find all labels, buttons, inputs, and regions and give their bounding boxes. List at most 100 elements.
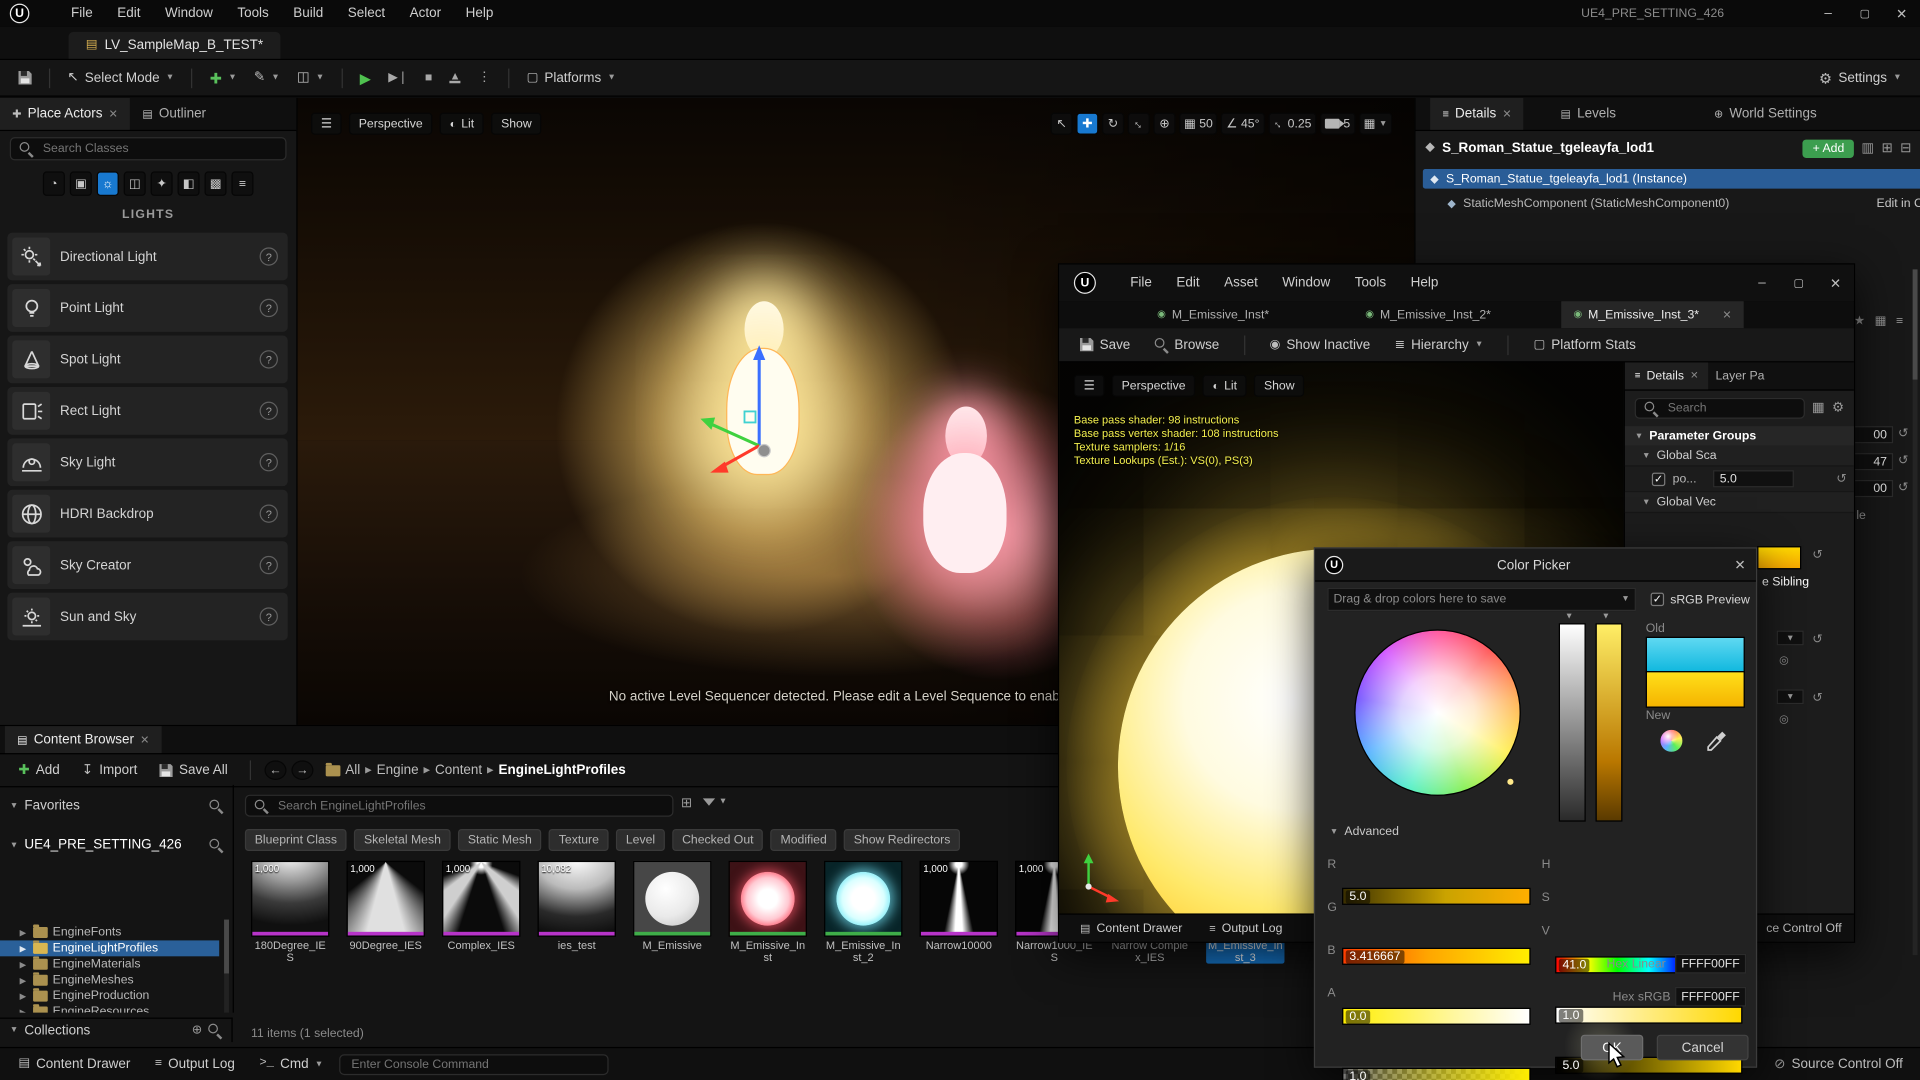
grid-snap-toggle[interactable]: ▦ 50 bbox=[1179, 113, 1218, 135]
cinematics-button[interactable]: ◫▼ bbox=[288, 63, 333, 92]
mat-save-button[interactable]: Save bbox=[1071, 330, 1138, 359]
play-options-button[interactable]: ⋮ bbox=[469, 63, 500, 92]
value-bar[interactable] bbox=[1596, 623, 1623, 821]
mat-tab-layer-params[interactable]: Layer Pa bbox=[1708, 362, 1772, 389]
light-item-hdri[interactable]: HDRI Backdrop ? bbox=[7, 490, 287, 538]
details-scrollbar[interactable] bbox=[1913, 269, 1918, 955]
actor-instance-row[interactable]: ◆ S_Roman_Statue_tgeleayfa_lod1 (Instanc… bbox=[1423, 169, 1920, 189]
cb-search-input[interactable] bbox=[276, 798, 664, 814]
light-item-sky-creator[interactable]: Sky Creator ? bbox=[7, 541, 287, 589]
add-component-button[interactable]: + Add bbox=[1803, 139, 1854, 157]
mat-menu-help[interactable]: Help bbox=[1398, 269, 1450, 296]
filter-chip[interactable]: Texture bbox=[549, 829, 609, 851]
help-icon[interactable]: ? bbox=[260, 350, 278, 368]
filter-chip[interactable]: Level bbox=[616, 829, 665, 851]
platforms-dropdown[interactable]: ▢ Platforms▼ bbox=[518, 63, 624, 92]
mat-maximize-button[interactable]: ▢ bbox=[1780, 269, 1817, 296]
help-icon[interactable]: ? bbox=[260, 556, 278, 574]
edit-in-cpp-link[interactable]: Edit in C++ bbox=[1877, 197, 1920, 210]
maximize-button[interactable]: ▢ bbox=[1847, 0, 1884, 27]
cb-save-all-button[interactable]: Save All bbox=[151, 758, 236, 782]
mat-hierarchy-dropdown[interactable]: ≣Hierarchy▼ bbox=[1386, 330, 1492, 359]
b-slider[interactable]: 0.0 bbox=[1342, 1008, 1531, 1025]
eject-button[interactable]: ▲ bbox=[441, 63, 469, 92]
console-input-wrap[interactable] bbox=[339, 1054, 608, 1075]
geometry-icon[interactable]: ◧ bbox=[178, 171, 200, 195]
reset-icon[interactable]: ↺ bbox=[1836, 472, 1846, 485]
light-item-directional[interactable]: Directional Light ? bbox=[7, 233, 287, 281]
reset-icon[interactable]: ↺ bbox=[1898, 481, 1908, 494]
cinematic-category-icon[interactable]: ◫ bbox=[124, 171, 146, 195]
close-button[interactable]: ✕ bbox=[1883, 0, 1920, 27]
forward-button[interactable]: → bbox=[291, 760, 313, 780]
light-item-sky[interactable]: Sky Light ? bbox=[7, 438, 287, 486]
camera-speed-button[interactable]: 5 bbox=[1320, 113, 1355, 135]
frame-skip-button[interactable]: ▶❘ bbox=[380, 63, 417, 92]
collections-header[interactable]: ▼ Collections ⊕ bbox=[0, 1018, 233, 1042]
play-button[interactable]: ▶ bbox=[351, 63, 379, 92]
content-drawer-button[interactable]: ▤Content Drawer bbox=[10, 1052, 139, 1076]
search-classes-input[interactable] bbox=[40, 141, 276, 157]
menu-file[interactable]: File bbox=[59, 0, 105, 27]
folder-row[interactable]: ▶EngineMaterials bbox=[0, 956, 219, 972]
mat-menu-file[interactable]: File bbox=[1118, 269, 1164, 296]
new-color-swatch[interactable] bbox=[1646, 671, 1745, 708]
add-collection-icon[interactable]: ⊕ bbox=[192, 1024, 202, 1036]
close-tab-icon[interactable]: ✕ bbox=[109, 108, 118, 119]
light-item-rect[interactable]: Rect Light ? bbox=[7, 387, 287, 435]
asset-circle-icon[interactable]: ◎ bbox=[1779, 714, 1789, 725]
mat-browse-button[interactable]: Browse bbox=[1146, 330, 1228, 359]
all-classes-icon[interactable]: ≡ bbox=[231, 171, 253, 195]
grid-view-icon[interactable]: ▦ bbox=[1812, 402, 1825, 415]
project-root-header[interactable]: ▼ UE4_PRE_SETTING_426 bbox=[0, 834, 233, 856]
picker-close-button[interactable]: ✕ bbox=[1724, 551, 1756, 578]
recently-placed-icon[interactable]: ◔ bbox=[43, 171, 65, 195]
close-tab-icon[interactable]: ✕ bbox=[140, 734, 149, 745]
help-icon[interactable]: ? bbox=[260, 247, 278, 265]
level-tab[interactable]: ▤ LV_SampleMap_B_TEST* bbox=[69, 32, 281, 59]
mat-menu-asset[interactable]: Asset bbox=[1212, 269, 1270, 296]
folder-row[interactable]: ▶EngineMeshes bbox=[0, 972, 219, 988]
wheel-selector-dot[interactable] bbox=[1506, 778, 1515, 787]
light-item-point[interactable]: Point Light ? bbox=[7, 284, 287, 332]
menu-window[interactable]: Window bbox=[153, 0, 225, 27]
mat-tab-3-active[interactable]: ◉ M_Emissive_Inst_3* ✕ bbox=[1561, 301, 1744, 328]
mat-menu-window[interactable]: Window bbox=[1270, 269, 1342, 296]
mat-content-drawer-button[interactable]: ▤Content Drawer bbox=[1071, 917, 1190, 939]
menu-select[interactable]: Select bbox=[335, 0, 397, 27]
bar-marker[interactable]: ▼ bbox=[1565, 612, 1573, 621]
scale-snap-toggle[interactable]: ↔ 0.25 bbox=[1268, 113, 1316, 135]
asset-tile[interactable]: 1,000 Narrow10000 bbox=[920, 861, 998, 952]
folder-row[interactable]: ▶EngineResources bbox=[0, 1004, 219, 1013]
mat-menu-tools[interactable]: Tools bbox=[1342, 269, 1398, 296]
asset-circle-icon[interactable]: ◎ bbox=[1779, 655, 1789, 666]
back-button[interactable]: ← bbox=[264, 760, 286, 780]
show-button[interactable]: Show bbox=[491, 113, 541, 135]
asset-tile[interactable]: M_Emissive_Inst bbox=[729, 861, 807, 964]
property-value-fragment[interactable]: 00 bbox=[1849, 480, 1893, 497]
mat-title-bar[interactable]: U File Edit Asset Window Tools Help – ▢ … bbox=[1059, 264, 1854, 302]
eyedropper-button[interactable] bbox=[1704, 729, 1728, 753]
sources-scrollbar[interactable] bbox=[224, 920, 229, 1013]
tab-levels[interactable]: ▤ Levels bbox=[1548, 98, 1628, 130]
tab-place-actors[interactable]: ✚ Place Actors ✕ bbox=[0, 98, 130, 130]
help-icon[interactable]: ? bbox=[260, 607, 278, 625]
tab-content-browser[interactable]: ▤ Content Browser ✕ bbox=[5, 726, 162, 753]
search-icon[interactable] bbox=[208, 1024, 221, 1037]
mat-minimize-button[interactable]: – bbox=[1744, 269, 1781, 296]
breadcrumb-content[interactable]: Content bbox=[435, 763, 482, 778]
world-local-toggle-icon[interactable]: ⊕ bbox=[1153, 113, 1175, 135]
close-tab-icon[interactable]: ✕ bbox=[1722, 309, 1731, 320]
component-row[interactable]: ◆ StaticMeshComponent (StaticMeshCompone… bbox=[1423, 193, 1920, 213]
minimize-button[interactable]: – bbox=[1810, 0, 1847, 27]
filter-button[interactable]: ▼ bbox=[703, 797, 727, 806]
folder-row[interactable]: ▶EngineFonts bbox=[0, 924, 219, 940]
mat-source-control-fragment[interactable]: ce Control Off bbox=[1766, 921, 1841, 934]
asset-tile[interactable]: 1,000 Complex_IES bbox=[442, 861, 520, 952]
reset-icon[interactable]: ↺ bbox=[1812, 549, 1822, 562]
folder-row-selected[interactable]: ▶EngineLightProfiles bbox=[0, 940, 219, 956]
color-wheel[interactable] bbox=[1354, 629, 1521, 796]
mat-menu-edit[interactable]: Edit bbox=[1164, 269, 1212, 296]
srgb-checkbox[interactable]: ✓ bbox=[1651, 593, 1664, 606]
star-icon[interactable]: ★ bbox=[1854, 316, 1865, 328]
